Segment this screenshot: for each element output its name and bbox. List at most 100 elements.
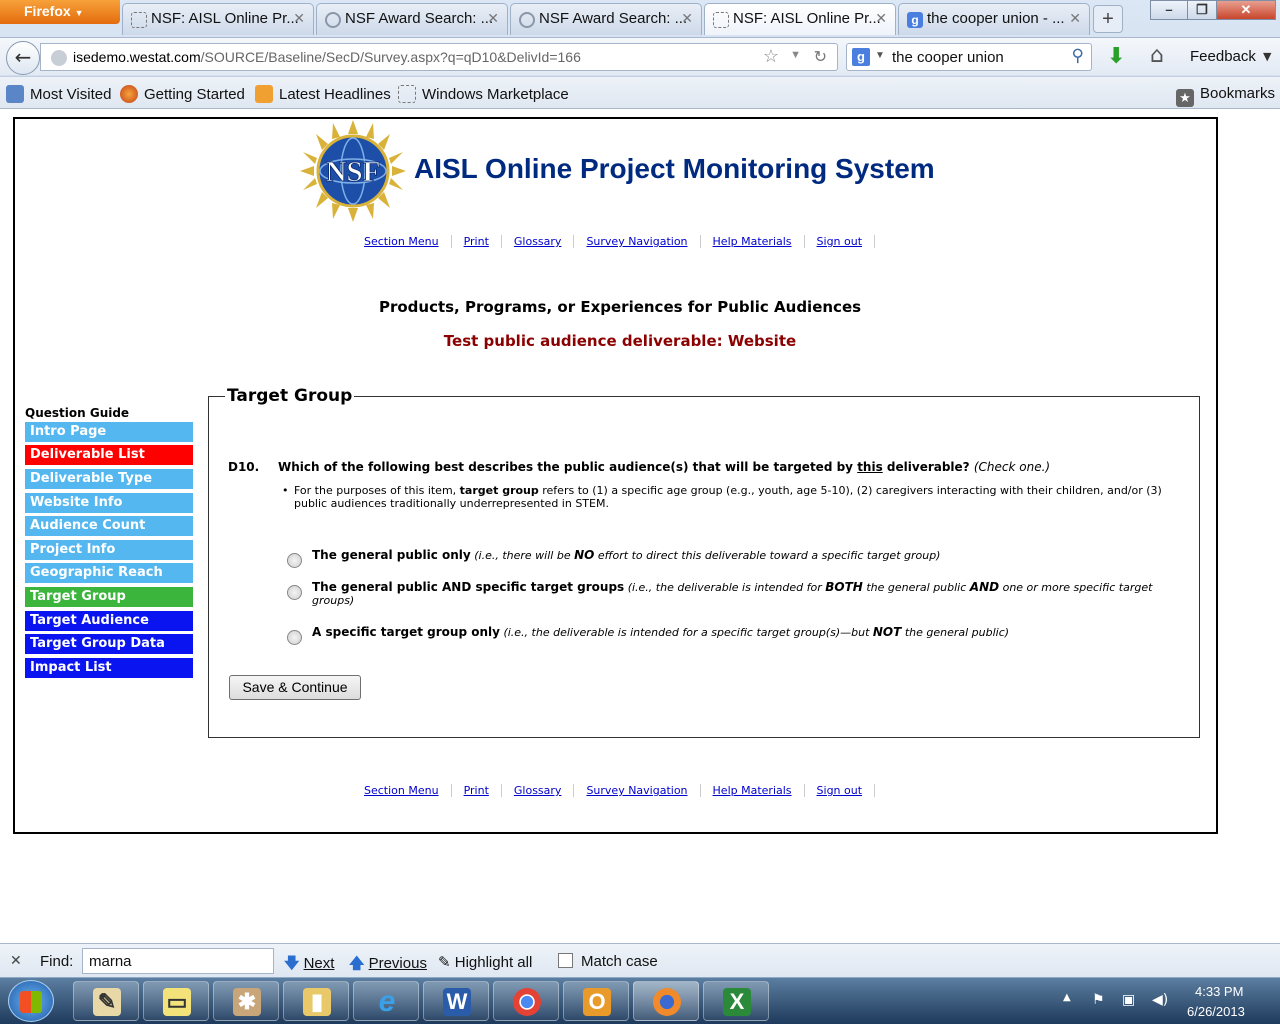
bookmark-getting-started[interactable]: Getting Started (120, 85, 245, 103)
nav-link-sign-out[interactable]: Sign out (805, 784, 876, 797)
browser-tab[interactable]: NSF Award Search: ... ✕ (510, 3, 702, 35)
taskbar-app-outlook[interactable]: O (563, 981, 629, 1021)
clock-time[interactable]: 4:33 PM (1195, 984, 1243, 999)
network-icon[interactable]: ▣ (1122, 992, 1135, 1008)
browser-tab[interactable]: NSF: AISL Online Pr... ✕ (122, 3, 314, 35)
clock-date[interactable]: 6/26/2013 (1187, 1004, 1245, 1019)
minimize-button[interactable]: – (1150, 0, 1188, 20)
nav-link-section-menu[interactable]: Section Menu (352, 235, 452, 248)
firefox-menu-button[interactable]: Firefox ▼ (0, 0, 120, 24)
guide-item-target-group[interactable]: Target Group (25, 587, 193, 607)
taskbar-app-notepad[interactable]: ✎ (73, 981, 139, 1021)
bookmark-label: Windows Marketplace (422, 86, 569, 103)
close-window-button[interactable]: ✕ (1216, 0, 1276, 20)
nav-link-section-menu[interactable]: Section Menu (352, 784, 452, 797)
url-bar[interactable]: isedemo.westat.com/SOURCE/Baseline/SecD/… (40, 43, 838, 71)
highlight-all-button[interactable]: ✎ Highlight all (438, 953, 532, 971)
nav-link-survey-navigation[interactable]: Survey Navigation (574, 235, 701, 248)
radio-general-public-only[interactable] (287, 553, 302, 568)
google-icon[interactable]: g (852, 48, 870, 66)
close-tab-icon[interactable]: ✕ (293, 10, 305, 27)
restore-button[interactable]: ❐ (1187, 0, 1217, 20)
firefox-icon (653, 988, 681, 1016)
nav-link-survey-navigation[interactable]: Survey Navigation (574, 784, 701, 797)
taskbar-app-word[interactable]: W (423, 981, 489, 1021)
browser-tab-active[interactable]: NSF: AISL Online Pr... ✕ (704, 3, 896, 35)
option-general-public-and-groups[interactable]: The general public AND specific target g… (312, 581, 1162, 608)
nav-link-glossary[interactable]: Glossary (502, 784, 575, 797)
menu-arrow-icon: ▼ (74, 8, 84, 18)
nsf-cog-icon (519, 12, 535, 28)
start-button[interactable] (8, 980, 54, 1022)
volume-icon[interactable]: ◀) (1152, 992, 1168, 1008)
most-visited-icon (6, 85, 24, 103)
taskbar-app-firefox[interactable] (633, 981, 699, 1021)
taskbar-app-sticky-notes[interactable]: ▭ (143, 981, 209, 1021)
word-icon: W (443, 988, 471, 1016)
guide-item-impact-list[interactable]: Impact List (25, 658, 193, 678)
guide-item-intro-page[interactable]: Intro Page (25, 422, 193, 442)
browser-tab[interactable]: NSF Award Search: ... ✕ (316, 3, 508, 35)
find-input[interactable]: marna (82, 948, 274, 974)
guide-item-deliverable-list[interactable]: Deliverable List (25, 445, 193, 465)
nav-link-print[interactable]: Print (452, 235, 502, 248)
taskbar-app-internet-explorer[interactable]: e (353, 981, 419, 1021)
show-hidden-icons-icon[interactable]: ▲ (1063, 992, 1071, 1003)
search-input[interactable]: the cooper union (892, 49, 1004, 66)
guide-item-deliverable-type[interactable]: Deliverable Type (25, 469, 193, 489)
close-tab-icon[interactable]: ✕ (1069, 10, 1081, 27)
close-tab-icon[interactable]: ✕ (875, 10, 887, 27)
option-specific-target-group-only[interactable]: A specific target group only (i.e., the … (312, 626, 1162, 640)
nav-link-glossary[interactable]: Glossary (502, 235, 575, 248)
engine-dropdown-icon[interactable]: ▼ (875, 50, 885, 61)
tab-title: NSF: AISL Online Pr... (151, 10, 299, 27)
action-center-flag-icon[interactable]: ⚑ (1092, 992, 1105, 1008)
new-tab-button[interactable]: + (1093, 5, 1123, 33)
search-bar[interactable]: g ▼ the cooper union ⚲ (846, 43, 1092, 71)
browser-tab[interactable]: g the cooper union - ... ✕ (898, 3, 1090, 35)
save-continue-button[interactable]: Save & Continue (229, 675, 361, 700)
nav-link-help-materials[interactable]: Help Materials (701, 784, 805, 797)
match-case-label[interactable]: Match case (581, 953, 658, 970)
nav-link-sign-out[interactable]: Sign out (805, 235, 876, 248)
clipboard-icon: ✎ (93, 988, 121, 1016)
find-previous-button[interactable]: 🡅 Previous (349, 953, 427, 978)
guide-item-target-audience[interactable]: Target Audience (25, 611, 193, 631)
radio-general-public-and-groups[interactable] (287, 585, 302, 600)
guide-item-project-info[interactable]: Project Info (25, 540, 193, 560)
taskbar-app-excel[interactable]: X (703, 981, 769, 1021)
bookmark-label: Latest Headlines (279, 86, 391, 103)
guide-item-geographic-reach[interactable]: Geographic Reach (25, 563, 193, 583)
question-text-end: deliverable? (882, 460, 970, 474)
reload-icon[interactable]: ↻ (814, 47, 827, 67)
taskbar-app-chrome[interactable] (493, 981, 559, 1021)
bookmark-windows-marketplace[interactable]: Windows Marketplace (398, 85, 569, 103)
bookmark-star-icon[interactable]: ☆ (763, 46, 779, 67)
nav-link-print[interactable]: Print (452, 784, 502, 797)
find-next-button[interactable]: 🡇 Next (284, 953, 334, 978)
close-tab-icon[interactable]: ✕ (681, 10, 693, 27)
radio-specific-target-group-only[interactable] (287, 630, 302, 645)
guide-item-website-info[interactable]: Website Info (25, 493, 193, 513)
home-icon[interactable]: ⌂ (1150, 43, 1164, 68)
taskbar-app-explorer[interactable]: ▮ (283, 981, 349, 1021)
nav-link-help-materials[interactable]: Help Materials (701, 235, 805, 248)
guide-item-audience-count[interactable]: Audience Count (25, 516, 193, 536)
back-button[interactable]: ← (6, 41, 40, 75)
download-arrow-icon[interactable]: ⬇ (1107, 44, 1125, 69)
feedback-dropdown-icon[interactable]: ▼ (1263, 50, 1271, 63)
close-find-icon[interactable]: ✕ (10, 952, 22, 969)
option-general-public-only[interactable]: The general public only (i.e., there wil… (312, 549, 1162, 563)
history-dropdown-icon[interactable]: ▼ (790, 49, 801, 61)
bookmark-latest-headlines[interactable]: Latest Headlines (255, 85, 391, 103)
match-case-checkbox[interactable] (558, 953, 573, 968)
bookmark-most-visited[interactable]: Most Visited (6, 85, 111, 103)
close-tab-icon[interactable]: ✕ (487, 10, 499, 27)
site-identity-icon[interactable] (51, 50, 67, 66)
section-heading: Products, Programs, or Experiences for P… (378, 298, 862, 316)
feedback-button[interactable]: Feedback (1190, 48, 1256, 65)
bookmarks-menu-button[interactable]: ★ Bookmarks (1176, 85, 1275, 107)
search-icon[interactable]: ⚲ (1072, 46, 1084, 66)
taskbar-app-paint[interactable]: ✱ (213, 981, 279, 1021)
guide-item-target-group-data[interactable]: Target Group Data (25, 634, 193, 654)
